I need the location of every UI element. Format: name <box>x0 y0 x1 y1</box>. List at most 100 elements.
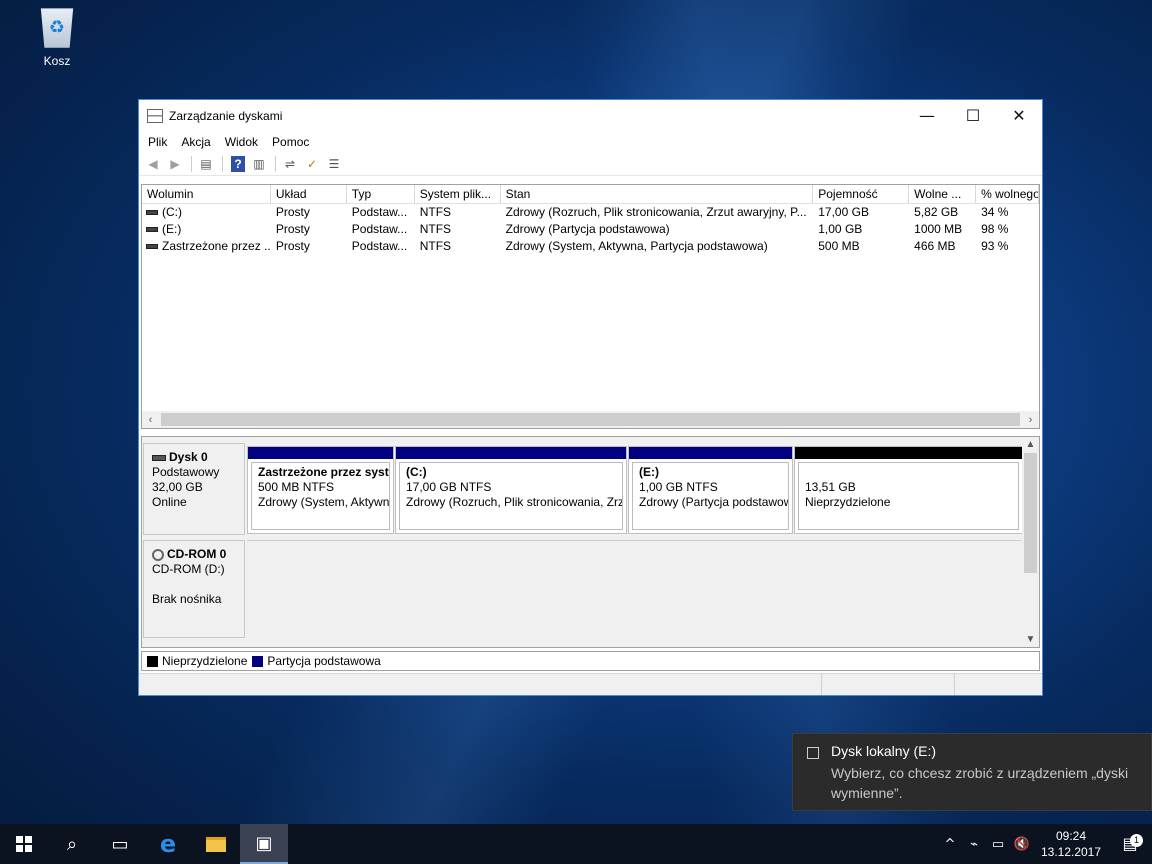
table-row[interactable]: (C:) Prosty Podstaw... NTFS Zdrowy (Rozr… <box>142 204 1039 221</box>
chevron-right-icon[interactable]: › <box>1022 414 1039 426</box>
action-center-icon[interactable]: ▤ 1 <box>1108 834 1152 854</box>
clock[interactable]: 09:24 13.12.2017 <box>1034 828 1108 860</box>
properties-pane-icon[interactable]: ▤ <box>196 155 216 173</box>
filesystem-cell: NTFS <box>419 239 452 253</box>
checklist-icon[interactable]: ✓ <box>302 155 322 173</box>
volume-name-cell: Zastrzeżone przez ... <box>142 238 271 255</box>
toast-body: Wybierz, co chcesz zrobić z urządzeniem … <box>831 765 1129 801</box>
partition-unallocated[interactable]: 13,51 GB Nieprzydzielone <box>794 446 1023 534</box>
legend-swatch-unallocated <box>147 655 158 667</box>
disk-type: Podstawowy <box>152 465 220 479</box>
arrow-right-icon[interactable]: ▶ <box>165 155 185 173</box>
percent-free-cell: 34 % <box>981 205 1009 219</box>
list-view-icon[interactable]: ☰ <box>324 155 344 173</box>
cdrom-media-status: Brak nośnika <box>152 592 222 606</box>
column-filesystem[interactable]: System plik... <box>415 185 501 203</box>
table-row[interactable]: (E:) Prosty Podstaw... NTFS Zdrowy (Part… <box>142 221 1039 238</box>
table-row[interactable]: Zastrzeżone przez ... Prosty Podstaw... … <box>142 238 1039 255</box>
close-button[interactable]: ✕ <box>996 100 1042 131</box>
horizontal-scrollbar[interactable]: ‹ › <box>142 411 1039 428</box>
connect-icon[interactable]: ⇌ <box>280 155 300 173</box>
partition-e[interactable]: (E:) 1,00 GB NTFS Zdrowy (Partycja podst… <box>628 446 793 534</box>
menu-bar: Plik Akcja Widok Pomoc <box>139 131 1042 152</box>
clock-date: 13.12.2017 <box>1040 845 1102 859</box>
column-status[interactable]: Stan <box>501 185 814 203</box>
recycle-bin-shortcut[interactable]: Kosz <box>26 8 88 68</box>
arrow-left-icon[interactable]: ◀ <box>143 155 163 173</box>
chevron-down-icon[interactable]: ▼ <box>1022 634 1039 645</box>
help-icon[interactable]: ? <box>231 155 245 172</box>
partition-color-bar <box>629 447 792 459</box>
type-cell: Podstaw... <box>351 222 408 236</box>
type-cell: Podstaw... <box>351 239 408 253</box>
volume-name-cell: (C:) <box>142 204 271 221</box>
volume-name: (C:) <box>162 205 182 219</box>
partition-size: 17,00 GB NTFS <box>406 480 492 494</box>
usb-drive-icon[interactable]: ⌁ <box>962 837 986 852</box>
volume-list-header: Wolumin Układ Typ System plik... Stan Po… <box>142 185 1039 204</box>
status-segment <box>955 674 1042 695</box>
free-space-cell: 5,82 GB <box>914 205 959 219</box>
column-free-space[interactable]: Wolne ... <box>909 185 977 203</box>
toolbar: ◀ ▶ ▤ ? ▥ ⇌ ✓ ☰ <box>139 152 1042 176</box>
column-capacity[interactable]: Pojemność <box>813 185 910 203</box>
maximize-button[interactable]: ☐ <box>950 100 996 131</box>
capacity-cell: 1,00 GB <box>818 222 863 236</box>
menu-view[interactable]: Widok <box>218 135 265 149</box>
status-cell: Zdrowy (Rozruch, Plik stronicowania, Zrz… <box>505 205 807 219</box>
percent-free-cell: 98 % <box>981 222 1009 236</box>
disk-0-label[interactable]: Dysk 0 Podstawowy 32,00 GB Online <box>143 443 245 535</box>
partition-status: Nieprzydzielone <box>805 495 891 509</box>
notification-toast[interactable]: Dysk lokalny (E:) Wybierz, co chcesz zro… <box>792 733 1152 811</box>
drive-icon <box>146 210 158 216</box>
column-volume[interactable]: Wolumin <box>142 185 271 203</box>
chevron-up-icon[interactable]: ^ <box>938 837 962 852</box>
column-layout[interactable]: Układ <box>271 185 347 203</box>
network-icon[interactable]: ▭ <box>986 837 1010 852</box>
file-explorer-icon[interactable] <box>192 824 240 864</box>
disk-size: 32,00 GB <box>152 480 203 494</box>
menu-file[interactable]: Plik <box>141 135 174 149</box>
layout-cell: Prosty <box>275 222 310 236</box>
title-bar[interactable]: Zarządzanie dyskami — ☐ ✕ <box>139 100 1042 131</box>
disk-management-taskbar-icon[interactable]: ▣ <box>240 824 288 864</box>
start-button[interactable] <box>0 824 48 864</box>
show-pane-icon[interactable]: ▥ <box>249 155 269 173</box>
percent-free-cell: 93 % <box>981 239 1009 253</box>
status-segment <box>139 674 822 695</box>
menu-action[interactable]: Akcja <box>174 135 217 149</box>
system-tray: ^ ⌁ ▭ 🔇 09:24 13.12.2017 ▤ 1 <box>938 824 1152 864</box>
disk-management-icon <box>147 108 163 123</box>
partition-status: Zdrowy (System, Aktywn <box>258 495 390 509</box>
status-bar <box>139 673 1042 695</box>
chevron-up-icon[interactable]: ▲ <box>1022 439 1039 450</box>
recycle-bin-icon <box>40 8 74 48</box>
partition-name: (C:) <box>406 465 427 479</box>
window-title: Zarządzanie dyskami <box>169 108 283 123</box>
menu-help[interactable]: Pomoc <box>265 135 316 149</box>
partition-c[interactable]: (C:) 17,00 GB NTFS Zdrowy (Rozruch, Plik… <box>395 446 627 534</box>
chevron-left-icon[interactable]: ‹ <box>142 414 159 426</box>
task-view-icon[interactable]: ▭ <box>96 824 144 864</box>
edge-browser-icon[interactable]: e <box>144 824 192 864</box>
search-icon[interactable]: ⌕ <box>48 824 96 864</box>
vertical-scrollbar[interactable]: ▲ ▼ <box>1022 437 1039 647</box>
column-type[interactable]: Typ <box>347 185 415 203</box>
legend-label-primary: Partycja podstawowa <box>267 654 381 668</box>
partition-size: 1,00 GB NTFS <box>639 480 718 494</box>
volume-muted-icon[interactable]: 🔇 <box>1010 837 1034 852</box>
free-space-cell: 1000 MB <box>914 222 963 236</box>
cdrom-0-label[interactable]: CD-ROM 0 CD-ROM (D:) Brak nośnika <box>143 540 245 638</box>
notification-count-badge: 1 <box>1130 834 1143 847</box>
scrollbar-thumb[interactable] <box>1024 453 1037 573</box>
legend-label-unallocated: Nieprzydzielone <box>162 654 248 668</box>
drive-icon <box>146 244 158 250</box>
minimize-button[interactable]: — <box>904 100 950 131</box>
partition-reserved[interactable]: Zastrzeżone przez syste 500 MB NTFS Zdro… <box>247 446 394 534</box>
scrollbar-thumb[interactable] <box>161 413 1020 426</box>
taskbar: ⌕ ▭ e ▣ ^ ⌁ ▭ 🔇 09:24 13.12.2017 ▤ 1 <box>0 824 1152 864</box>
toolbar-separator <box>191 155 192 172</box>
recycle-bin-label: Kosz <box>43 54 71 68</box>
column-percent-free[interactable]: % wolnego <box>976 185 1039 203</box>
